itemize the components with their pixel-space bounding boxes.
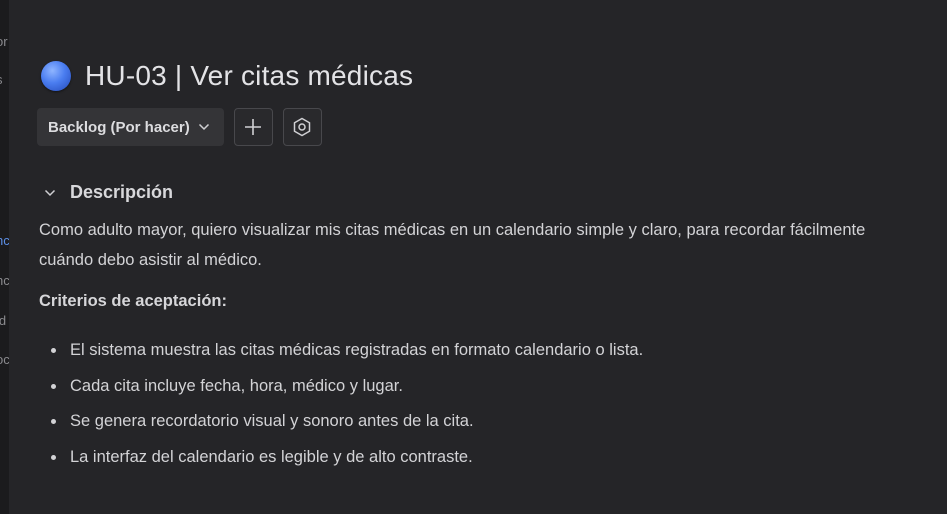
status-dropdown[interactable]: Backlog (Por hacer): [37, 108, 224, 146]
left-fragment: nc: [0, 273, 9, 288]
list-item: El sistema muestra las citas médicas reg…: [39, 336, 643, 372]
description-header[interactable]: Descripción: [44, 182, 173, 203]
bullet-icon: [51, 454, 56, 460]
issue-detail-panel: HU-03 | Ver citas médicas Backlog (Por h…: [9, 0, 947, 514]
left-panel-edge: or s nc nc ld oc: [0, 0, 9, 514]
list-item: Cada cita incluye fecha, hora, médico y …: [39, 372, 643, 408]
bullet-icon: [51, 419, 56, 424]
chevron-down-icon: [198, 123, 209, 131]
left-fragment[interactable]: nc: [0, 233, 9, 248]
list-item-text: Se genera recordatorio visual y sonoro a…: [70, 412, 474, 430]
left-fragment: or: [0, 34, 8, 49]
left-fragment: oc: [0, 352, 9, 367]
list-item-text: El sistema muestra las citas médicas reg…: [70, 341, 644, 359]
bullet-icon: [51, 383, 56, 389]
section-title: Descripción: [70, 182, 174, 202]
settings-button[interactable]: [282, 108, 322, 146]
hexagon-settings-icon: [293, 117, 311, 137]
left-fragment: s: [0, 72, 3, 87]
list-item: Se genera recordatorio visual y sonoro a…: [39, 407, 643, 443]
page-title[interactable]: HU-03 | Ver citas médicas: [85, 60, 413, 92]
list-item-text: La interfaz del calendario es legible y …: [70, 447, 473, 466]
add-button[interactable]: [233, 108, 273, 146]
issue-toolbar: Backlog (Por hacer): [37, 108, 322, 146]
criteria-list: El sistema muestra las citas médicas reg…: [39, 336, 643, 478]
left-fragment: ld: [0, 313, 7, 328]
status-label: Backlog (Por hacer): [48, 118, 190, 136]
list-item: La interfaz del calendario es legible y …: [39, 443, 643, 479]
plus-icon: [245, 119, 262, 135]
title-row: HU-03 | Ver citas médicas: [41, 60, 413, 92]
description-text: Como adulto mayor, quiero visualizar mis…: [39, 221, 866, 269]
blue-sphere-icon: [41, 61, 71, 91]
list-item-text: Cada cita incluye fecha, hora, médico y …: [70, 376, 403, 395]
bullet-icon: [51, 348, 56, 353]
chevron-down-icon[interactable]: [44, 189, 56, 197]
criteria-heading: Criterios de aceptación:: [39, 292, 227, 310]
